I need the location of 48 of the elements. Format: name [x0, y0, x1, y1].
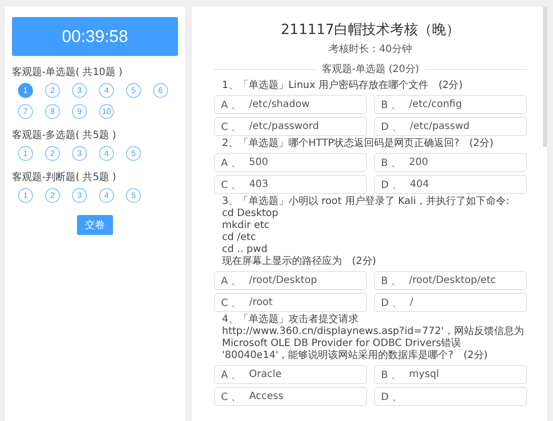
- question-number-button[interactable]: 4: [99, 146, 114, 161]
- section-title: 客观题-单选题( 共10题 ): [12, 66, 124, 79]
- submit-button[interactable]: 交卷: [77, 215, 113, 235]
- answer-option[interactable]: B 、 /root/Desktop/etc: [374, 271, 527, 290]
- question-number-button[interactable]: 5: [126, 146, 141, 161]
- question-number-button[interactable]: 1: [18, 188, 33, 203]
- question-number-button[interactable]: 2: [45, 83, 60, 98]
- answer-option[interactable]: C 、 /root: [214, 293, 367, 312]
- question-text: 1、「单选题」Linux 用户密码存放在哪个文件 (2分): [221, 80, 464, 92]
- question-number-button[interactable]: 5: [126, 83, 141, 98]
- question-number-button[interactable]: 5: [126, 188, 141, 203]
- answer-option[interactable]: D 、 /etc/passwd: [374, 117, 527, 136]
- answer-option[interactable]: A 、 /etc/shadow: [214, 95, 367, 114]
- question-number-button[interactable]: 1: [18, 146, 33, 161]
- question-number-button[interactable]: 4: [99, 188, 114, 203]
- question-number-button[interactable]: 8: [45, 104, 60, 119]
- answer-option[interactable]: D 、 404: [374, 175, 527, 194]
- answer-option[interactable]: B 、 200: [374, 153, 527, 172]
- answer-option[interactable]: B 、 mysql: [374, 365, 527, 384]
- answer-option[interactable]: C 、 /etc/password: [214, 117, 367, 136]
- answer-option[interactable]: C 、 403: [214, 175, 367, 194]
- answer-option[interactable]: B 、 /etc/config: [374, 95, 527, 114]
- question-number-button[interactable]: 1: [18, 83, 33, 98]
- question-number-button[interactable]: 3: [72, 188, 87, 203]
- section-title: 客观题-多选题( 共5题 ): [12, 128, 118, 142]
- answer-option[interactable]: A 、 /root/Desktop: [214, 271, 367, 290]
- answer-option[interactable]: D 、: [374, 387, 527, 406]
- exam-title: 211117白帽技术考核（晚）: [280, 21, 462, 39]
- exam-duration: 考核时长：40分钟: [328, 42, 413, 56]
- question-number-button[interactable]: 7: [18, 104, 33, 119]
- answer-option[interactable]: D 、 /: [374, 293, 527, 312]
- question-text: 2、「单选题」哪个HTTP状态返回码是网页正确返回? (2分): [221, 138, 494, 150]
- section-title: 客观题-判断题( 共5题 ): [12, 170, 118, 184]
- question-number-button[interactable]: 10: [99, 104, 114, 119]
- answer-option[interactable]: A 、 500: [214, 153, 367, 172]
- answer-option[interactable]: A 、 Oracle: [214, 365, 367, 384]
- question-text: 3、「单选题」小明以 root 用户登录了 Kali，并执行了如下命令: cd Desktop mkdir etc cd /etc cd .. pwd 现在屏幕上显示的路径应为 (2分): [221, 196, 510, 268]
- question-number-button[interactable]: 4: [99, 83, 114, 98]
- question-number-button[interactable]: 3: [72, 146, 87, 161]
- countdown-timer: 00:39:58: [12, 17, 178, 56]
- question-number-button[interactable]: 2: [45, 146, 60, 161]
- question-number-button[interactable]: 6: [153, 83, 168, 98]
- question-text: 4、「单选题」攻击者提交请求 http://www.360.cn/displaynews.asp?id=772'，网站反馈信息为 Microsoft OLE DB Provider for ODBC Drivers错误 '80040e14'，能够说明该网站采用的数据库是哪个? (2分): [221, 314, 525, 362]
- answer-option[interactable]: C 、 Access: [214, 387, 367, 406]
- question-number-button[interactable]: 9: [72, 104, 87, 119]
- section-heading: 客观题-单选题 (20分): [322, 62, 420, 76]
- question-number-button[interactable]: 2: [45, 188, 60, 203]
- question-number-button[interactable]: 3: [72, 83, 87, 98]
